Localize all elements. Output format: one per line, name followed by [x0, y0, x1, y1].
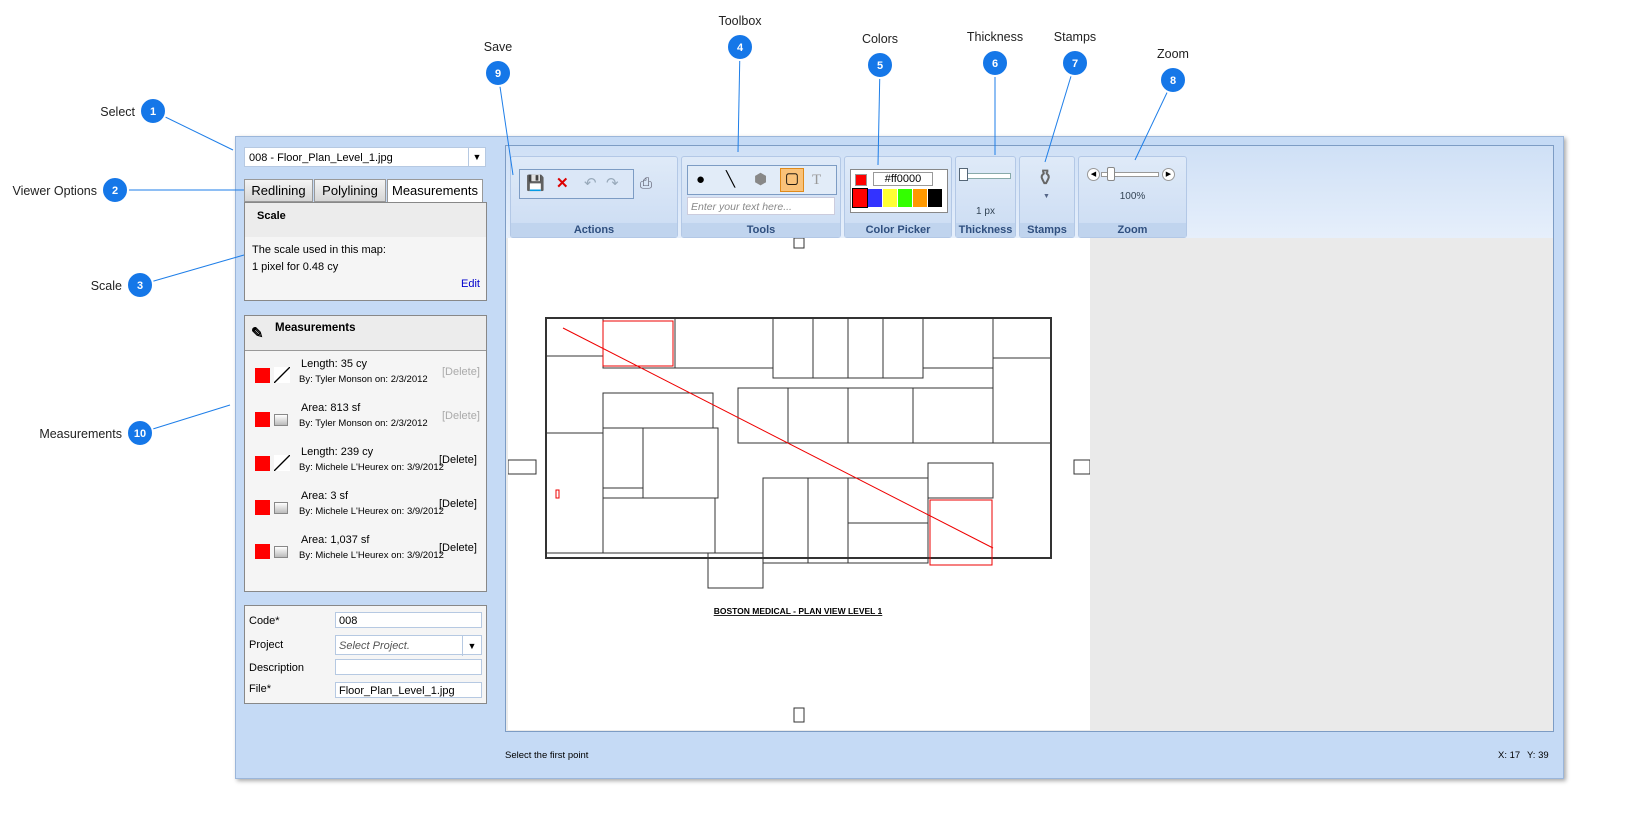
callout-label: Thickness — [967, 30, 1023, 44]
callout-label: Measurements — [39, 427, 122, 441]
callout-number: 6 — [992, 58, 998, 70]
callout-line — [497, 72, 514, 176]
callout-number: 5 — [877, 60, 883, 72]
callout-number: 9 — [495, 68, 501, 80]
callout-number: 7 — [1072, 58, 1078, 70]
callout-number: 10 — [134, 428, 146, 440]
callout-number: 4 — [737, 42, 744, 54]
callout-line — [877, 64, 881, 166]
callout-line — [1044, 62, 1076, 163]
callout-line — [737, 46, 741, 153]
callout-number: 2 — [112, 185, 118, 197]
callout-label: Toolbox — [718, 14, 762, 28]
callout-label: Zoom — [1157, 47, 1189, 61]
callout-line — [139, 404, 231, 434]
callout-label: Colors — [862, 32, 898, 46]
callout-overlay: 1 Select 2 Viewer Options 3 Scale 4 Toolbox 5 Col… — [12, 14, 1189, 447]
callout-line — [139, 254, 245, 286]
callout-label: Scale — [91, 279, 122, 293]
callout-label: Save — [484, 40, 513, 54]
callout-number: 1 — [150, 106, 156, 118]
callout-label: Select — [100, 105, 135, 119]
callout-number: 3 — [137, 280, 143, 292]
callout-label: Stamps — [1054, 30, 1096, 44]
callout-label: Viewer Options — [12, 184, 97, 198]
callout-number: 8 — [1170, 75, 1176, 87]
